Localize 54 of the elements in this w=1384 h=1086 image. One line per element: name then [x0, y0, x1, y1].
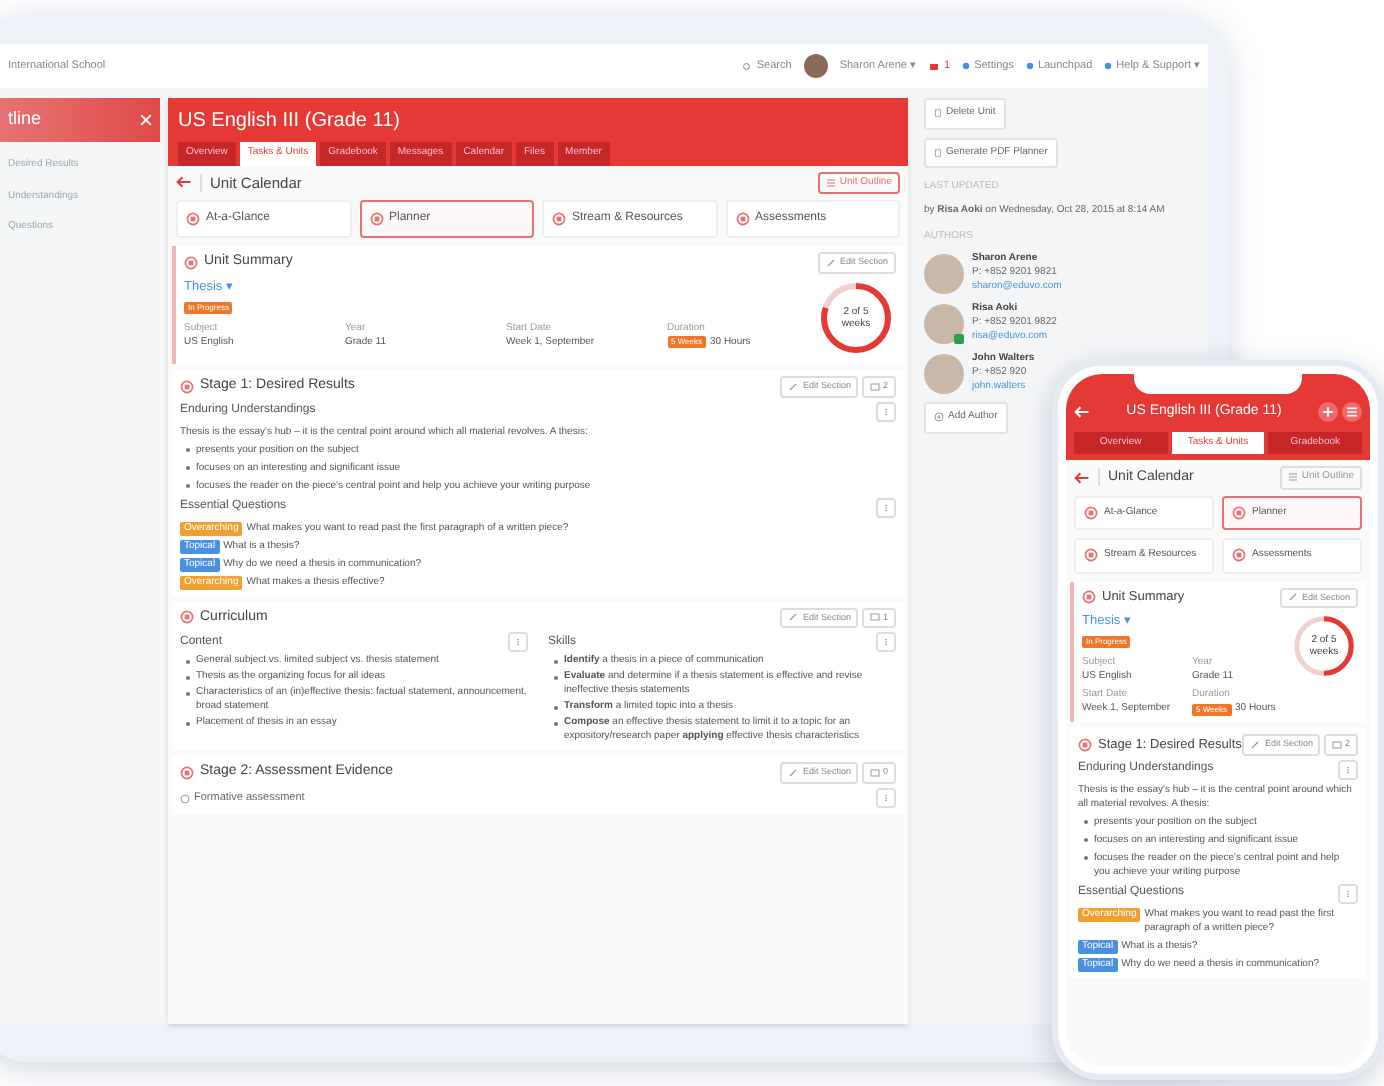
view-icon — [735, 212, 749, 226]
back-arrow-icon — [1074, 404, 1090, 421]
more-button[interactable] — [1338, 883, 1358, 904]
curriculum-icon — [180, 610, 194, 625]
view-icon — [1084, 548, 1098, 563]
comment-icon — [1332, 739, 1343, 750]
stage-icon — [1078, 737, 1092, 752]
list-icon — [825, 177, 836, 188]
view-icon — [1232, 548, 1246, 563]
more-button[interactable] — [876, 497, 896, 517]
more-button[interactable] — [876, 401, 896, 421]
mail-icon — [928, 61, 940, 71]
pencil-icon — [1287, 592, 1298, 603]
search-icon — [742, 61, 753, 71]
pencil-icon — [825, 257, 836, 268]
back-arrow-icon — [176, 174, 192, 191]
view-icon — [1084, 505, 1098, 520]
pencil-icon — [1250, 739, 1261, 750]
comment-icon — [870, 381, 881, 392]
summary-icon — [1082, 590, 1096, 605]
course-title: US English III (Grade 11) — [178, 108, 402, 136]
pencil-icon — [788, 768, 799, 779]
list-icon — [1287, 472, 1298, 483]
more-button[interactable] — [1338, 759, 1358, 780]
close-icon — [140, 114, 152, 126]
document-icon — [934, 147, 942, 158]
menu-icon — [1346, 406, 1358, 419]
plus-circle-icon — [934, 412, 944, 423]
plus-icon — [1322, 406, 1334, 419]
document-icon — [934, 108, 942, 119]
summary-icon — [184, 255, 198, 270]
more-button[interactable] — [876, 788, 896, 808]
pencil-icon — [788, 612, 799, 623]
back-arrow-icon — [1074, 469, 1090, 486]
more-button[interactable] — [508, 632, 528, 653]
view-icon — [1232, 505, 1246, 520]
pencil-icon — [788, 381, 799, 392]
stage-icon — [180, 379, 194, 394]
menu-button[interactable] — [1342, 402, 1362, 423]
avatar-icon — [924, 303, 964, 343]
more-button[interactable] — [876, 632, 896, 653]
circle-icon — [180, 793, 190, 803]
link-icon — [962, 62, 971, 70]
comment-icon — [870, 612, 881, 623]
link-icon — [1025, 62, 1034, 70]
comment-icon — [870, 768, 881, 779]
view-icon — [552, 212, 566, 226]
sidebar-title: tline — [8, 106, 42, 133]
stage-icon — [180, 766, 194, 781]
view-icon — [186, 212, 200, 226]
add-button[interactable] — [1318, 402, 1338, 423]
link-icon — [1104, 62, 1113, 70]
avatar-icon — [803, 54, 828, 78]
view-icon — [369, 212, 383, 226]
